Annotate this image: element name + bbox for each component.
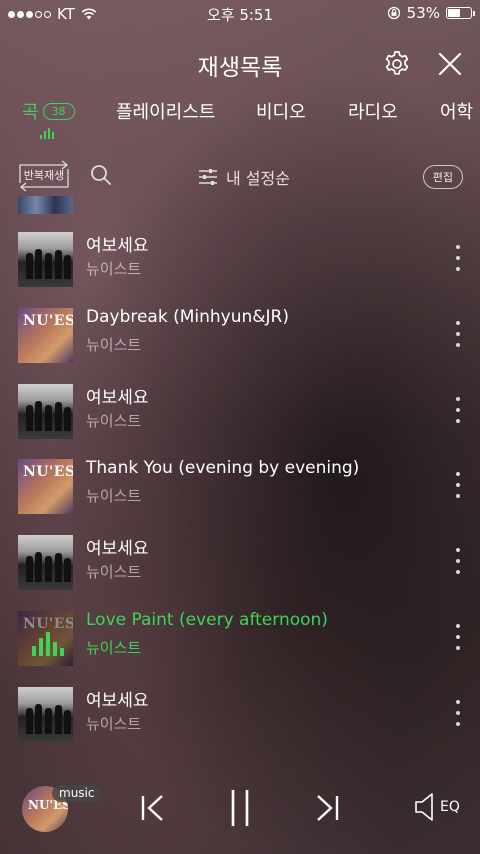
song-title: 여보세요 — [86, 691, 149, 711]
album-art — [18, 687, 73, 742]
skip-previous-icon — [141, 795, 163, 821]
battery-percent: 53% — [406, 4, 440, 22]
song-title: Daybreak (Minhyun&JR) — [86, 307, 289, 327]
song-row[interactable]: 여보세요 뉴이스트 — [0, 523, 480, 599]
settings-button[interactable] — [381, 48, 413, 80]
next-button[interactable] — [312, 788, 342, 832]
song-title: 여보세요 — [86, 388, 149, 408]
song-artist: 뉴이스트 — [86, 260, 142, 278]
speaker-icon — [415, 793, 433, 821]
more-options-icon[interactable] — [454, 548, 462, 574]
rotation-lock-icon — [387, 6, 400, 20]
song-row[interactable]: 여보세요 뉴이스트 — [0, 220, 480, 296]
album-art — [18, 232, 73, 287]
gear-icon — [385, 51, 409, 75]
pause-icon — [231, 790, 249, 826]
song-artist: 뉴이스트 — [86, 412, 142, 430]
tab-language[interactable]: 어학 — [440, 98, 473, 124]
battery-icon — [446, 7, 475, 19]
album-logo-text: NU'EST — [23, 313, 73, 329]
previous-button[interactable] — [138, 788, 168, 832]
more-options-icon[interactable] — [454, 245, 462, 271]
song-row-now-playing[interactable]: NU'EST Love Paint (every afternoon) 뉴이스트 — [0, 599, 480, 675]
song-title: 여보세요 — [86, 236, 149, 256]
song-row[interactable]: 여보세요 뉴이스트 — [0, 372, 480, 448]
pause-button[interactable] — [224, 788, 256, 832]
music-badge: music — [52, 785, 102, 802]
mini-player: NU'EST music EQ — [0, 770, 480, 854]
search-icon — [91, 165, 111, 185]
tab-bar: 곡 38 플레이리스트 비디오 라디오 어학 — [0, 98, 480, 138]
more-options-icon[interactable] — [454, 624, 462, 650]
album-art: NU'EST — [18, 308, 73, 363]
list-toolbar: 반복재생 내 설정순 편집 — [0, 156, 480, 196]
song-artist: 뉴이스트 — [86, 336, 142, 354]
more-options-icon[interactable] — [454, 472, 462, 498]
song-artist: 뉴이스트 — [86, 487, 142, 505]
song-artist: 뉴이스트 — [86, 563, 142, 581]
tab-songs[interactable]: 곡 38 — [22, 98, 75, 124]
search-button[interactable] — [90, 164, 112, 190]
album-art — [18, 196, 73, 214]
song-title: Thank You (evening by evening) — [86, 458, 360, 478]
album-art: NU'EST — [18, 611, 73, 666]
song-row[interactable]: NU'EST Thank You (evening by evening) 뉴이… — [0, 447, 480, 523]
repeat-label: 반복재생 — [23, 169, 65, 182]
song-artist: 뉴이스트 — [86, 715, 142, 733]
song-row[interactable]: 여보세요 뉴이스트 — [0, 675, 480, 751]
repeat-button[interactable]: 반복재생 — [16, 160, 72, 192]
song-count-badge: 38 — [42, 103, 75, 120]
now-playing-indicator-icon — [40, 128, 54, 139]
song-title: Love Paint (every afternoon) — [86, 610, 328, 630]
sort-button[interactable]: 내 설정순 — [198, 165, 290, 189]
status-bar: KT 오후 5:51 53% — [0, 0, 480, 28]
song-row[interactable]: NU'EST Daybreak (Minhyun&JR) 뉴이스트 — [0, 296, 480, 372]
more-options-icon[interactable] — [454, 321, 462, 347]
edit-button[interactable]: 편집 — [422, 165, 463, 189]
song-list: 여보세요 뉴이스트 NU'EST Daybreak (Minhyun&JR) 뉴… — [0, 196, 480, 760]
tab-radio[interactable]: 라디오 — [348, 98, 398, 124]
sort-label: 내 설정순 — [226, 169, 290, 188]
close-button[interactable] — [434, 48, 466, 80]
equalizer-button[interactable]: EQ — [414, 792, 460, 822]
close-icon — [438, 52, 462, 76]
album-art — [18, 535, 73, 590]
more-options-icon[interactable] — [454, 397, 462, 423]
tab-playlists[interactable]: 플레이리스트 — [116, 98, 215, 124]
tab-songs-label: 곡 — [22, 102, 39, 123]
album-art: NU'EST — [18, 459, 73, 514]
album-art — [18, 384, 73, 439]
song-artist: 뉴이스트 — [86, 639, 142, 657]
sliders-icon — [199, 169, 217, 185]
tab-video[interactable]: 비디오 — [256, 98, 306, 124]
more-options-icon[interactable] — [454, 700, 462, 726]
album-logo-text: NU'EST — [23, 464, 73, 480]
skip-next-icon — [317, 795, 339, 821]
song-title: 여보세요 — [86, 539, 149, 559]
now-playing-bars-icon — [32, 632, 64, 656]
eq-label: EQ — [440, 799, 460, 815]
